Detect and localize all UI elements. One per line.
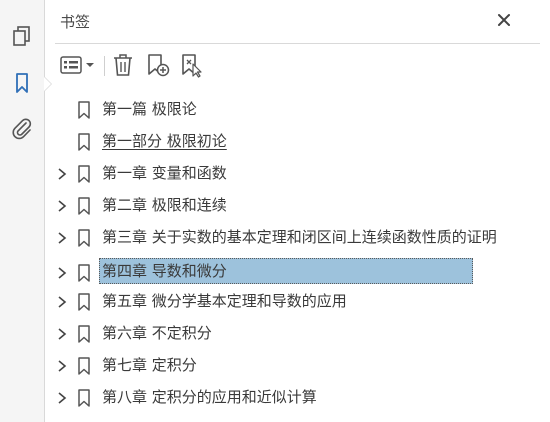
bookmark-icon xyxy=(78,325,90,343)
bookmark-icon xyxy=(78,165,90,183)
bookmark-item[interactable]: 第一篇 极限论 xyxy=(45,95,550,123)
delete-icon[interactable] xyxy=(111,52,135,78)
chevron-right-icon[interactable] xyxy=(56,199,68,213)
bookmark-item[interactable]: 第六章 不定积分 xyxy=(45,319,550,347)
chevron-right-icon[interactable] xyxy=(56,167,68,181)
bookmark-item[interactable]: 第八章 定积分的应用和近似计算 xyxy=(45,383,550,411)
bookmark-label: 第三章 关于实数的基本定理和闭区间上连续函数性质的证明 xyxy=(102,228,497,246)
bookmark-icon xyxy=(78,389,90,407)
pages-icon[interactable] xyxy=(10,24,34,48)
close-icon[interactable] xyxy=(496,12,512,28)
bookmark-label: 第六章 不定积分 xyxy=(102,324,212,342)
bookmark-label: 第一篇 极限论 xyxy=(102,100,197,118)
bookmarks-icon[interactable] xyxy=(10,71,34,95)
bookmark-from-selection-icon[interactable] xyxy=(179,52,205,78)
options-menu-icon[interactable] xyxy=(59,52,97,78)
bookmark-label: 第二章 极限和连续 xyxy=(102,196,227,214)
bookmark-label: 第一部分 极限初论 xyxy=(102,132,227,150)
bookmark-label: 第七章 定积分 xyxy=(102,356,197,374)
panel-divider xyxy=(55,43,540,44)
panel-title: 书签 xyxy=(60,13,91,31)
bookmark-item[interactable]: 第一章 变量和函数 xyxy=(45,159,550,187)
bookmark-icon xyxy=(78,264,90,282)
chevron-right-icon[interactable] xyxy=(56,359,68,373)
chevron-right-icon[interactable] xyxy=(56,327,68,341)
bookmark-item[interactable]: 第五章 微分学基本定理和导数的应用 xyxy=(45,287,550,315)
bookmark-item[interactable]: 第七章 定积分 xyxy=(45,351,550,379)
toolbar-separator xyxy=(104,56,105,76)
bookmark-label: 第五章 微分学基本定理和导数的应用 xyxy=(102,292,347,310)
chevron-right-icon[interactable] xyxy=(56,295,68,309)
bookmark-item[interactable]: 第二章 极限和连续 xyxy=(45,191,550,219)
attachment-icon[interactable] xyxy=(10,116,34,140)
bookmark-item-selected[interactable]: 第四章 导数和微分 xyxy=(45,258,550,286)
bookmark-label: 第八章 定积分的应用和近似计算 xyxy=(102,388,317,406)
new-bookmark-icon[interactable] xyxy=(145,52,171,78)
chevron-right-icon[interactable] xyxy=(56,391,68,405)
bookmark-item[interactable]: 第三章 关于实数的基本定理和闭区间上连续函数性质的证明 xyxy=(45,223,550,251)
bookmark-label: 第一章 变量和函数 xyxy=(102,164,227,182)
bookmark-icon xyxy=(78,357,90,375)
chevron-right-icon[interactable] xyxy=(56,231,68,245)
bookmark-label: 第四章 导数和微分 xyxy=(99,258,473,284)
bookmark-icon xyxy=(78,133,90,151)
bookmark-icon xyxy=(78,101,90,119)
bookmark-icon xyxy=(78,197,90,215)
navigation-rail xyxy=(0,0,52,422)
bookmark-icon xyxy=(78,229,90,247)
bookmark-icon xyxy=(78,293,90,311)
bookmarks-panel: 书签 第一篇 极限论 第一部分 极限初论 第一章 变量和函数 第二章 极限和连续… xyxy=(45,0,550,422)
bookmark-item[interactable]: 第一部分 极限初论 xyxy=(45,127,550,155)
chevron-right-icon[interactable] xyxy=(56,266,68,280)
